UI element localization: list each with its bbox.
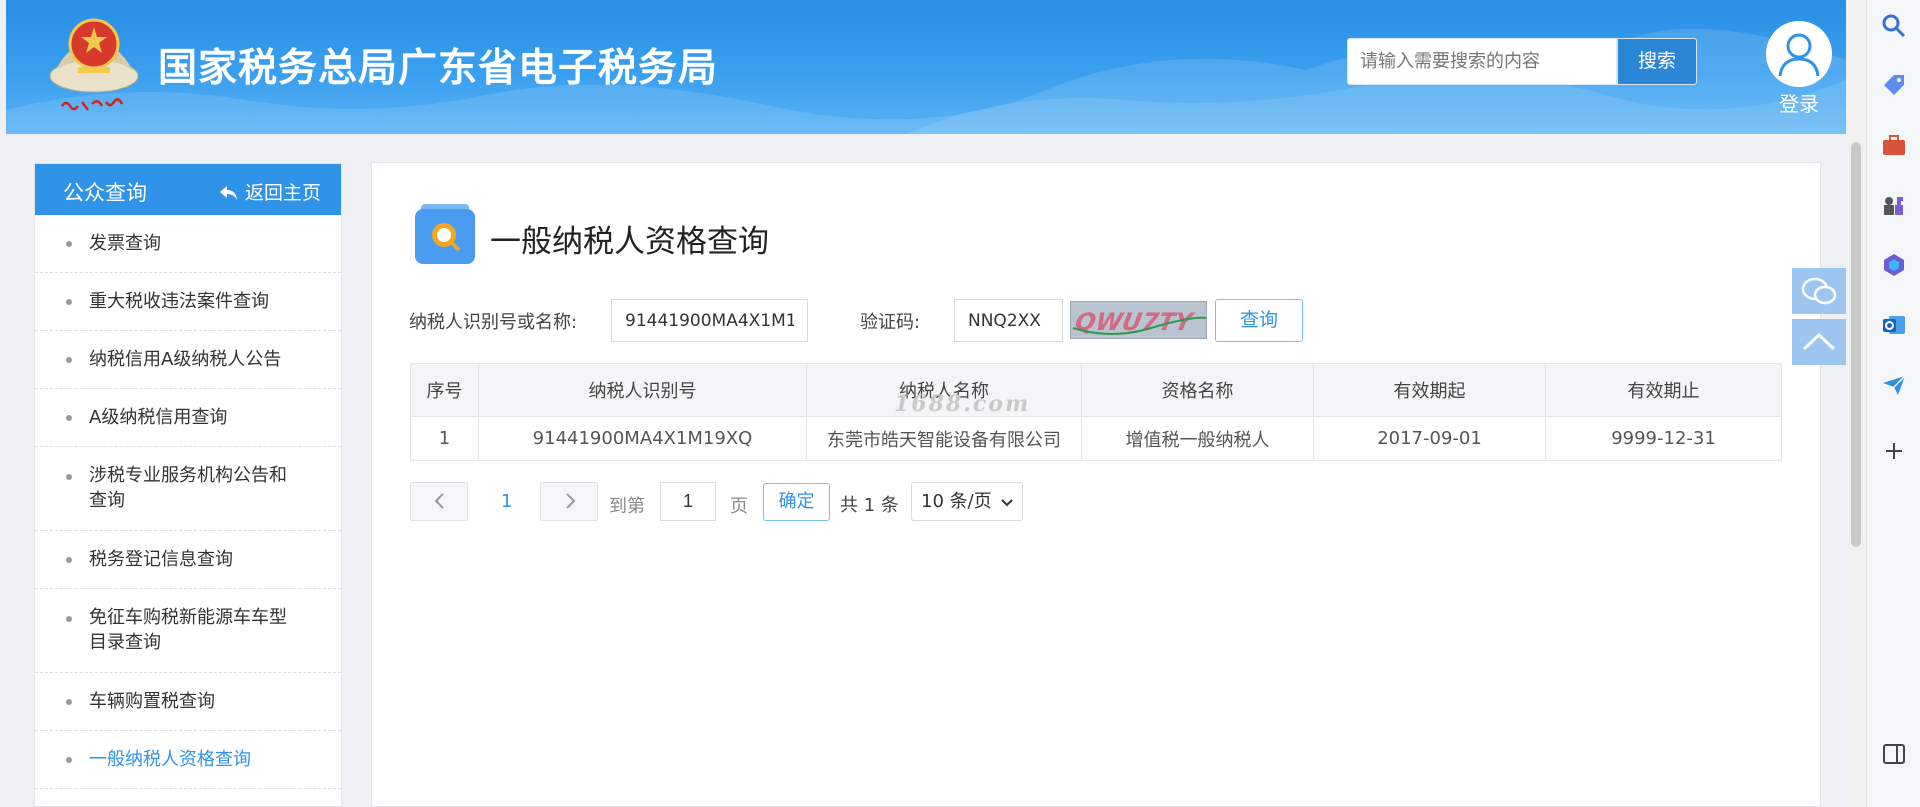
sidebar-item-a-credit-query[interactable]: A级纳税信用查询 <box>35 389 341 447</box>
sidebar-item-general-taxpayer-qualification[interactable]: 一般纳税人资格查询 <box>35 731 341 789</box>
sidebar-item-major-violation-query[interactable]: 重大税收违法案件查询 <box>35 273 341 331</box>
back-home-link[interactable]: 返回主页 <box>219 178 321 205</box>
add-icon[interactable] <box>1880 437 1908 465</box>
table-cell: 9999-12-31 <box>1545 416 1782 461</box>
query-button[interactable]: 查询 <box>1215 299 1303 342</box>
site-header: 国家税务总局广东省电子税务局 搜索 登录 <box>6 0 1846 134</box>
back-arrow-icon <box>219 186 237 200</box>
chevron-right-icon <box>566 493 576 509</box>
sidebar-item-label-line2: 目录查询 <box>89 632 161 653</box>
table-cell: 91441900MA4X1M19XQ <box>478 416 807 461</box>
table-header-row: 序号 纳税人识别号 纳税人名称 资格名称 有效期起 有效期止 <box>410 363 1782 417</box>
briefcase-icon[interactable] <box>1880 131 1908 159</box>
site-title: 国家税务总局广东省电子税务局 <box>158 46 719 91</box>
sidebar-item-tax-service-agency[interactable]: 涉税专业服务机构公告和 查询 <box>35 447 341 531</box>
browser-sidebar <box>1866 0 1920 807</box>
table-cell: 2017-09-01 <box>1313 416 1546 461</box>
main-content: 一般纳税人资格查询 纳税人识别号或名称: 验证码: QWU7TY 查询 序号 纳… <box>371 162 1821 807</box>
tax-emblem-logo <box>49 18 139 111</box>
copilot-icon[interactable] <box>1880 251 1908 279</box>
sidebar-item-vehicle-purchase-tax[interactable]: 车辆购置税查询 <box>35 673 341 731</box>
current-page-number[interactable]: 1 <box>501 491 512 512</box>
table-row: 1 91441900MA4X1M19XQ 东莞市皓天智能设备有限公司 增值税一般… <box>410 416 1782 461</box>
scrollbar-thumb[interactable] <box>1851 142 1861 547</box>
column-header: 纳税人识别号 <box>478 363 807 417</box>
goto-page-input[interactable] <box>660 482 716 521</box>
sidebar-item-label: 纳税信用A级纳税人公告 <box>89 349 282 370</box>
search-icon[interactable] <box>1880 12 1908 40</box>
chevron-up-icon <box>1802 332 1836 351</box>
column-header: 有效期止 <box>1545 363 1782 417</box>
captcha-graphic: QWU7TY <box>1071 302 1206 338</box>
sidebar-item-a-credit-announcement[interactable]: 纳税信用A级纳税人公告 <box>35 331 341 389</box>
taxpayer-id-label: 纳税人识别号或名称: <box>409 312 578 333</box>
sidebar-item-label-line1: 免征车购税新能源车车型 <box>89 607 287 628</box>
sidebar-item-label: 发票查询 <box>89 233 161 254</box>
captcha-input[interactable] <box>954 299 1063 342</box>
sidebar-toggle-icon[interactable] <box>1880 740 1908 768</box>
games-icon[interactable] <box>1880 191 1908 219</box>
table-cell: 1 <box>410 416 479 461</box>
sidebar-item-label: A级纳税信用查询 <box>89 407 228 428</box>
send-icon[interactable] <box>1880 371 1908 399</box>
result-table: 序号 纳税人识别号 纳税人名称 资格名称 有效期起 有效期止 1 9144190… <box>410 363 1782 461</box>
page-title: 一般纳税人资格查询 <box>490 224 769 260</box>
query-page-icon <box>415 204 475 264</box>
column-header: 资格名称 <box>1081 363 1314 417</box>
goto-confirm-button[interactable]: 确定 <box>763 483 830 521</box>
wechat-icon <box>1801 277 1837 305</box>
back-to-top-button[interactable] <box>1792 319 1846 365</box>
login-link[interactable]: 登录 <box>1766 88 1832 117</box>
sidebar-item-invoice-query[interactable]: 发票查询 <box>35 215 341 273</box>
captcha-label: 验证码: <box>860 312 921 333</box>
chevron-left-icon <box>434 493 444 509</box>
taxpayer-id-input[interactable] <box>611 299 808 342</box>
table-cell: 增值税一般纳税人 <box>1081 416 1314 461</box>
page-size-value: 10 条/页 <box>921 491 992 512</box>
sidebar-item-label-line2: 查询 <box>89 490 125 511</box>
chevron-down-icon <box>1001 499 1013 507</box>
table-cell: 东莞市皓天智能设备有限公司 <box>806 416 1082 461</box>
sidebar-item-label: 税务登记信息查询 <box>89 549 233 570</box>
sidebar-item-label: 车辆购置税查询 <box>89 691 215 712</box>
column-header: 序号 <box>410 363 479 417</box>
sidebar-header: 公众查询 返回主页 <box>35 164 341 215</box>
column-header: 有效期起 <box>1313 363 1546 417</box>
outlook-icon[interactable] <box>1880 311 1908 339</box>
wechat-float-button[interactable] <box>1792 268 1846 314</box>
public-query-sidebar: 公众查询 返回主页 发票查询 重大税收违法案件查询 纳税信用A级纳税人公告 A级… <box>34 163 342 807</box>
search-button[interactable]: 搜索 <box>1617 38 1697 85</box>
page-size-select[interactable]: 10 条/页 <box>911 482 1023 521</box>
next-page-button[interactable] <box>540 482 598 521</box>
goto-label: 到第 <box>609 496 645 517</box>
total-count: 共 1 条 <box>840 495 899 516</box>
prev-page-button[interactable] <box>410 482 468 521</box>
sidebar-item-tax-registration-query[interactable]: 税务登记信息查询 <box>35 531 341 589</box>
sidebar-item-new-energy-vehicle-catalog[interactable]: 免征车购税新能源车车型 目录查询 <box>35 589 341 673</box>
sidebar-title: 公众查询 <box>63 181 147 205</box>
sidebar-item-label: 重大税收违法案件查询 <box>89 291 269 312</box>
sidebar-item-label: 一般纳税人资格查询 <box>89 749 251 770</box>
page-scrollbar[interactable] <box>1847 0 1866 807</box>
user-avatar-icon[interactable] <box>1766 21 1832 87</box>
search-input[interactable] <box>1347 38 1617 85</box>
sidebar-item-label-line1: 涉税专业服务机构公告和 <box>89 465 287 486</box>
tag-icon[interactable] <box>1880 71 1908 99</box>
watermark: 1688.com <box>894 391 1031 417</box>
captcha-image[interactable]: QWU7TY <box>1070 301 1207 339</box>
back-home-label: 返回主页 <box>244 182 321 204</box>
page-unit-label: 页 <box>730 496 748 517</box>
